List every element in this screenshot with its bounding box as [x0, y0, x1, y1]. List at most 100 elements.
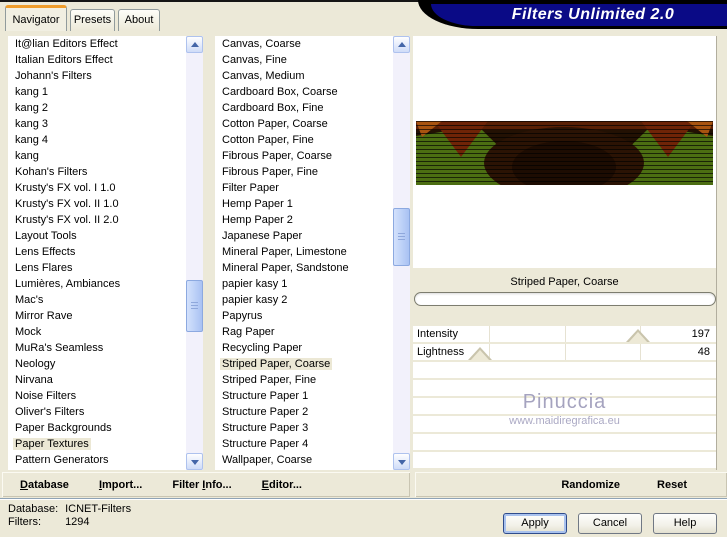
list-item[interactable]: Krusty's FX vol. II 2.0 — [8, 212, 186, 228]
list-item[interactable]: Nirvana — [8, 372, 186, 388]
list-item[interactable]: Lens Effects — [8, 244, 186, 260]
apply-button[interactable]: Apply — [503, 513, 567, 534]
list-item[interactable]: papier kasy 1 — [215, 276, 393, 292]
list-item[interactable]: Oliver's Filters — [8, 404, 186, 420]
list-item[interactable]: papier kasy 2 — [215, 292, 393, 308]
list-item[interactable]: Paper Textures — [8, 436, 186, 452]
filter-list[interactable]: Canvas, Coarse Canvas, Fine Canvas, Medium… — [215, 36, 393, 470]
list-item[interactable]: Recycling Paper — [215, 340, 393, 356]
list-item[interactable]: kang 2 — [8, 100, 186, 116]
list-item[interactable]: Hemp Paper 1 — [215, 196, 393, 212]
list-item[interactable]: Cardboard Box, Fine — [215, 100, 393, 116]
tab-presets[interactable]: Presets — [70, 9, 115, 31]
list-item[interactable]: Layout Tools — [8, 228, 186, 244]
status-filters: Filters: 1294 — [8, 516, 90, 528]
slider-thumb-icon[interactable] — [468, 347, 492, 361]
filter-scrollbar[interactable] — [393, 36, 410, 470]
title-banner: Filters Unlimited 2.0 — [418, 0, 727, 29]
list-item[interactable]: Mineral Paper, Sandstone — [215, 260, 393, 276]
list-item[interactable]: Krusty's FX vol. I 1.0 — [8, 180, 186, 196]
tab-navigator[interactable]: Navigator — [5, 5, 67, 31]
status-database-label: Database: — [8, 503, 59, 515]
list-item[interactable]: Papyrus — [215, 308, 393, 324]
preview-image — [416, 121, 713, 185]
list-item[interactable]: Lumières, Ambiances — [8, 276, 186, 292]
list-item[interactable]: MuRa's Seamless — [8, 340, 186, 356]
list-item[interactable]: Hemp Paper 2 — [215, 212, 393, 228]
list-item[interactable]: Cardboard Box, Coarse — [215, 84, 393, 100]
scroll-down-button[interactable] — [186, 453, 203, 470]
slider-lightness[interactable]: Lightness 48 — [413, 344, 716, 361]
scroll-up-button[interactable] — [393, 36, 410, 53]
list-item[interactable]: Striped Paper, Coarse — [215, 356, 393, 372]
list-item[interactable]: Johann's Filters — [8, 68, 186, 84]
list-item[interactable]: kang 3 — [8, 116, 186, 132]
scroll-down-icon — [398, 460, 406, 465]
toolbar-button-import[interactable]: Import... — [99, 479, 142, 491]
list-item[interactable]: Structure Paper 3 — [215, 420, 393, 436]
toolbar-button-database[interactable]: Database — [20, 479, 69, 491]
list-item[interactable]: Canvas, Fine — [215, 52, 393, 68]
slider-intensity[interactable]: Intensity 197 — [413, 326, 716, 343]
status-filters-value: 1294 — [65, 516, 90, 528]
list-item[interactable]: Mac's — [8, 292, 186, 308]
list-item[interactable]: Mock — [8, 324, 186, 340]
list-item[interactable]: Paper Backgrounds — [8, 420, 186, 436]
scrollbar-thumb[interactable] — [393, 208, 410, 266]
list-item[interactable]: Structure Paper 2 — [215, 404, 393, 420]
list-item[interactable]: Striped Paper, Fine — [215, 372, 393, 388]
toolbar-right: Randomize Reset — [415, 472, 727, 497]
scroll-up-icon — [398, 42, 406, 47]
help-button[interactable]: Help — [653, 513, 717, 534]
list-item[interactable]: Lens Flares — [8, 260, 186, 276]
category-list[interactable]: It@lian Editors Effect Italian Editors Ef… — [8, 36, 186, 470]
slider-thumb-icon[interactable] — [626, 329, 650, 343]
scroll-up-icon — [191, 42, 199, 47]
list-item[interactable]: Structure Paper 1 — [215, 388, 393, 404]
list-item[interactable]: Canvas, Medium — [215, 68, 393, 84]
category-scrollbar[interactable] — [186, 36, 203, 470]
list-item[interactable]: Kohan's Filters — [8, 164, 186, 180]
scroll-down-button[interactable] — [393, 453, 410, 470]
list-item[interactable]: kang — [8, 148, 186, 164]
list-item[interactable]: Noise Filters — [8, 388, 186, 404]
list-item[interactable]: kang 4 — [8, 132, 186, 148]
status-database: Database: ICNET-Filters — [8, 503, 131, 515]
list-item[interactable]: Italian Editors Effect — [8, 52, 186, 68]
list-item[interactable]: Structure Paper 4 — [215, 436, 393, 452]
panel-right-border — [716, 36, 717, 470]
status-separator — [0, 498, 727, 500]
list-item[interactable]: Filter Paper — [215, 180, 393, 196]
preview-pane — [413, 36, 716, 268]
tab-about[interactable]: About — [118, 9, 160, 31]
list-item[interactable]: Pattern Generators — [8, 452, 186, 468]
cancel-button[interactable]: Cancel — [578, 513, 642, 534]
slider-tick — [564, 344, 566, 360]
list-item[interactable]: kang 1 — [8, 84, 186, 100]
status-database-value: ICNET-Filters — [65, 503, 132, 515]
list-item[interactable]: Canvas, Coarse — [215, 36, 393, 52]
list-item[interactable]: It@lian Editors Effect — [8, 36, 186, 52]
toolbar-button-randomize[interactable]: Randomize — [561, 479, 620, 491]
scrollbar-thumb[interactable] — [186, 280, 203, 332]
toolbar-button-editor[interactable]: Editor... — [262, 479, 302, 491]
list-item[interactable]: Neology — [8, 356, 186, 372]
list-item[interactable]: Rag Paper — [215, 324, 393, 340]
list-item[interactable]: Mirror Rave — [8, 308, 186, 324]
toolbar-button-reset[interactable]: Reset — [657, 479, 687, 491]
list-item[interactable]: Krusty's FX vol. II 1.0 — [8, 196, 186, 212]
scroll-up-button[interactable] — [186, 36, 203, 53]
toolbar-button-filter-info[interactable]: Filter Info... — [172, 479, 231, 491]
list-item[interactable]: Japanese Paper — [215, 228, 393, 244]
list-item[interactable]: Wallpaper, Coarse — [215, 452, 393, 468]
list-item[interactable]: Fibrous Paper, Coarse — [215, 148, 393, 164]
app-title: Filters Unlimited 2.0 — [431, 4, 727, 26]
progress-bar — [414, 292, 716, 306]
filters-unlimited-window: Filters Unlimited 2.0 Navigator Presets … — [0, 0, 727, 537]
list-item[interactable]: Cotton Paper, Fine — [215, 132, 393, 148]
list-item[interactable]: Fibrous Paper, Fine — [215, 164, 393, 180]
list-item[interactable]: Mineral Paper, Limestone — [215, 244, 393, 260]
slider-row-empty — [413, 362, 716, 378]
slider-tick — [640, 344, 642, 360]
list-item[interactable]: Cotton Paper, Coarse — [215, 116, 393, 132]
